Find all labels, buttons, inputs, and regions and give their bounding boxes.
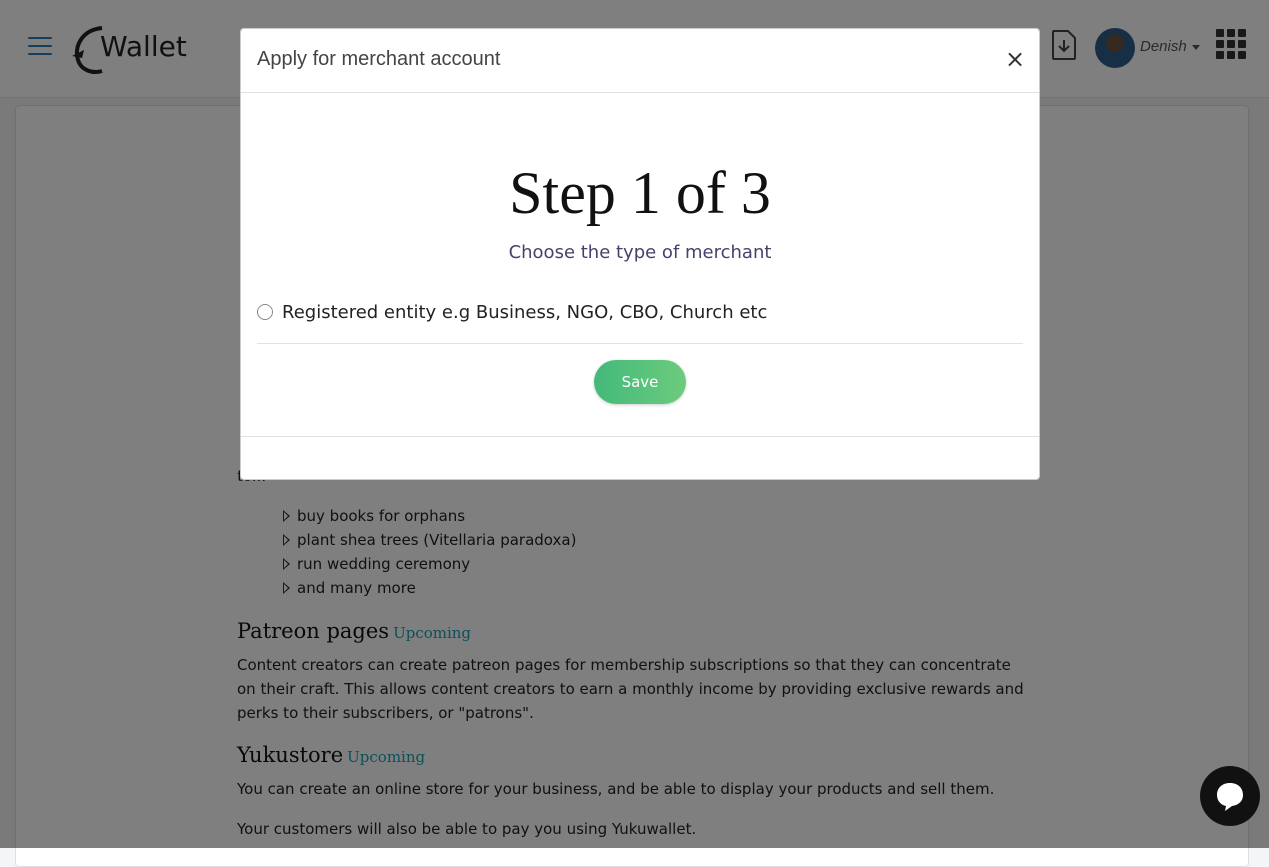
modal-footer (241, 436, 1039, 480)
modal-header: Apply for merchant account × (241, 29, 1039, 93)
step-subtitle: Choose the type of merchant (508, 242, 772, 263)
step-title: Step 1 of 3 (509, 160, 771, 226)
modal-title: Apply for merchant account (257, 48, 501, 70)
close-icon[interactable]: × (1003, 47, 1027, 71)
merchant-modal: Apply for merchant account × Step 1 of 3… (240, 28, 1040, 480)
chat-bubble-icon[interactable] (1200, 766, 1260, 826)
save-button[interactable]: Save (594, 360, 686, 404)
merchant-type-radio[interactable] (257, 304, 273, 320)
merchant-type-label[interactable]: Registered entity e.g Business, NGO, CBO… (282, 302, 767, 323)
merchant-type-option[interactable]: Registered entity e.g Business, NGO, CBO… (257, 301, 1023, 344)
